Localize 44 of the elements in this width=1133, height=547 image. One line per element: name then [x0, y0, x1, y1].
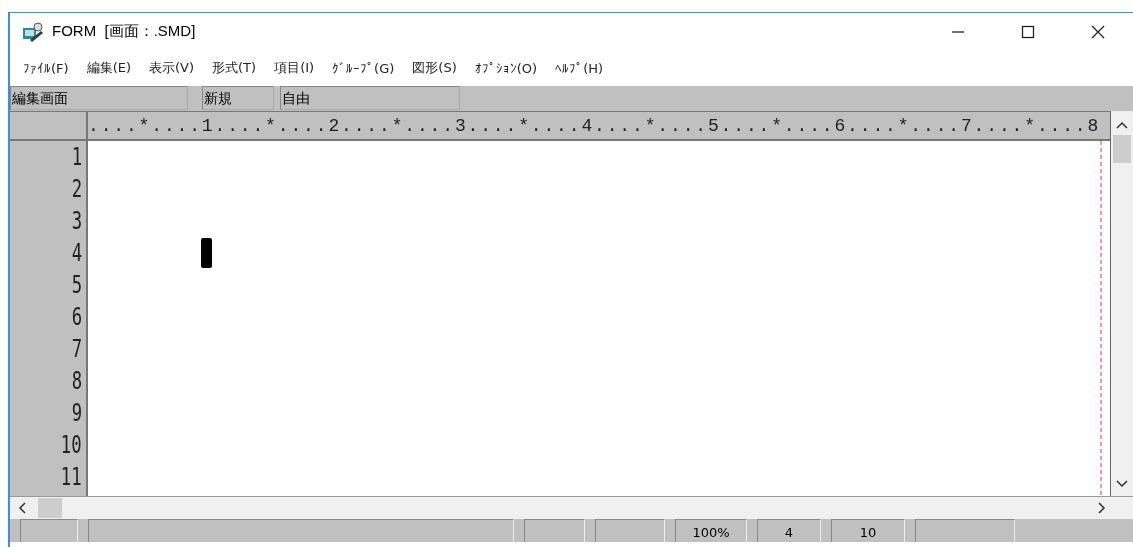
info-field: 編集画面 [10, 86, 188, 110]
menu-item[interactable]: 形式(T) [203, 59, 266, 77]
scroll-thumb[interactable] [38, 498, 62, 518]
scroll-left-icon[interactable] [18, 502, 26, 514]
menu-item[interactable]: ｵﾌﾟｼｮﾝ(O) [465, 60, 547, 76]
menu-item[interactable]: ｸﾞﾙｰﾌﾟ(G) [323, 60, 404, 76]
status-panel [20, 519, 78, 542]
maximize-icon [1021, 24, 1035, 39]
menu-item[interactable]: 編集(E) [77, 59, 140, 77]
menu-item[interactable]: 図形(S) [403, 59, 466, 77]
scroll-up-icon[interactable] [1116, 121, 1128, 129]
line-number: 10 [60, 430, 83, 461]
line-number: 7 [71, 334, 83, 365]
line-number: 2 [71, 174, 83, 205]
menu-item[interactable]: 表示(V) [140, 59, 204, 77]
window-title: FORM [画面：.SMD] [52, 22, 197, 41]
line-number: 5 [71, 270, 83, 301]
vertical-scrollbar[interactable] [1111, 111, 1133, 496]
info-field: 自由 [280, 86, 460, 110]
scroll-down-icon[interactable] [1116, 480, 1128, 488]
scroll-thumb[interactable] [1113, 135, 1131, 163]
horizontal-scrollbar[interactable] [10, 496, 1133, 519]
column-ruler: ....*....1....*....2....*....3....*....4....*....5....*....6....*....7....*....8 [88, 115, 1101, 138]
status-panel: 10 [831, 519, 905, 542]
status-panel: 100% [675, 519, 747, 542]
status-panel [524, 519, 585, 542]
line-number: 6 [71, 302, 83, 333]
app-icon [22, 21, 44, 42]
line-number: 11 [60, 462, 83, 493]
line-number: 1 [71, 142, 83, 173]
line-number: 4 [71, 238, 83, 269]
text-cursor [201, 238, 212, 268]
line-number: 9 [71, 398, 83, 429]
menu-item[interactable]: ﾍﾙﾌﾟ(H) [546, 60, 613, 76]
line-number: 8 [71, 366, 83, 397]
line-number: 3 [71, 206, 83, 237]
menu-item[interactable]: 項目(I) [265, 59, 324, 77]
close-icon [1091, 24, 1105, 39]
status-panel [595, 519, 665, 542]
info-field: 新規 [202, 86, 274, 110]
minimize-icon [952, 30, 964, 33]
status-panel: 4 [757, 519, 821, 542]
scroll-right-icon[interactable] [1098, 502, 1106, 514]
menu-item[interactable]: ﾌｧｲﾙ(F) [14, 60, 78, 76]
